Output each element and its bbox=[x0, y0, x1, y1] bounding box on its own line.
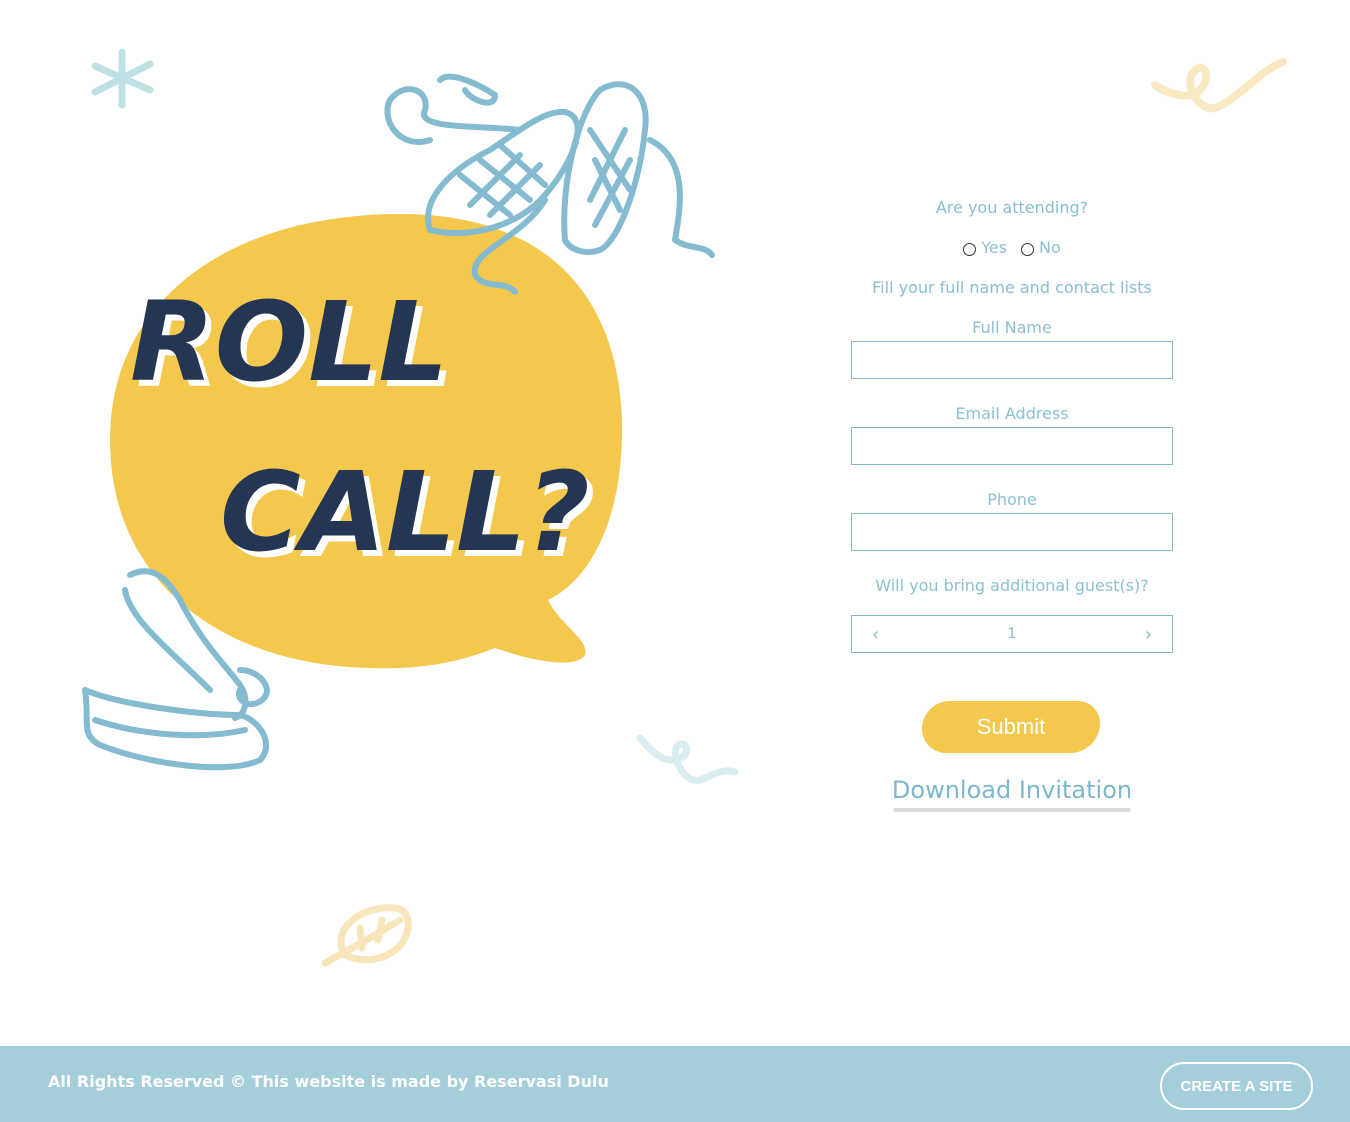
create-site-button[interactable]: CREATE A SITE bbox=[1160, 1062, 1313, 1110]
phone-label: Phone bbox=[987, 490, 1037, 509]
email-input[interactable] bbox=[851, 427, 1173, 465]
guests-question: Will you bring additional guest(s)? bbox=[875, 576, 1149, 595]
guests-stepper[interactable]: ‹ 1 › bbox=[851, 615, 1173, 653]
attending-question: Are you attending? bbox=[935, 198, 1089, 217]
guests-value: 1 bbox=[1007, 626, 1017, 642]
phone-input[interactable] bbox=[851, 513, 1173, 551]
email-label: Email Address bbox=[955, 404, 1069, 423]
full-name-label: Full Name bbox=[972, 318, 1052, 337]
leaf-icon bbox=[321, 904, 412, 967]
hero-artwork: ROLL ROLL CALL? CALL? bbox=[82, 48, 739, 967]
download-invitation-link[interactable]: Download Invitation bbox=[851, 776, 1173, 804]
radio-no-label: No bbox=[1039, 238, 1061, 257]
download-underline bbox=[893, 808, 1131, 812]
footer: All Rights Reserved © This website is ma… bbox=[0, 1046, 1350, 1122]
asterisk-icon bbox=[91, 48, 154, 109]
radio-yes-label: Yes bbox=[981, 238, 1008, 257]
squiggle-icon bbox=[636, 734, 739, 784]
decrement-chevron-left-icon[interactable]: ‹ bbox=[872, 624, 879, 645]
radio-yes[interactable]: Yes bbox=[963, 238, 1007, 257]
title-line1: ROLL bbox=[130, 278, 448, 406]
loop-squiggle-icon bbox=[1151, 58, 1287, 113]
title-line2: CALL? bbox=[220, 448, 590, 576]
submit-button[interactable]: Submit bbox=[922, 701, 1100, 753]
form-instruction: Fill your full name and contact lists bbox=[872, 278, 1152, 297]
full-name-input[interactable] bbox=[851, 341, 1173, 379]
radio-no-circle[interactable] bbox=[1021, 242, 1035, 256]
radio-yes-circle[interactable] bbox=[963, 242, 977, 256]
footer-copyright: All Rights Reserved © This website is ma… bbox=[48, 1072, 609, 1091]
attending-options: Yes No bbox=[851, 238, 1173, 257]
radio-no[interactable]: No bbox=[1021, 238, 1061, 257]
increment-chevron-right-icon[interactable]: › bbox=[1145, 624, 1152, 645]
